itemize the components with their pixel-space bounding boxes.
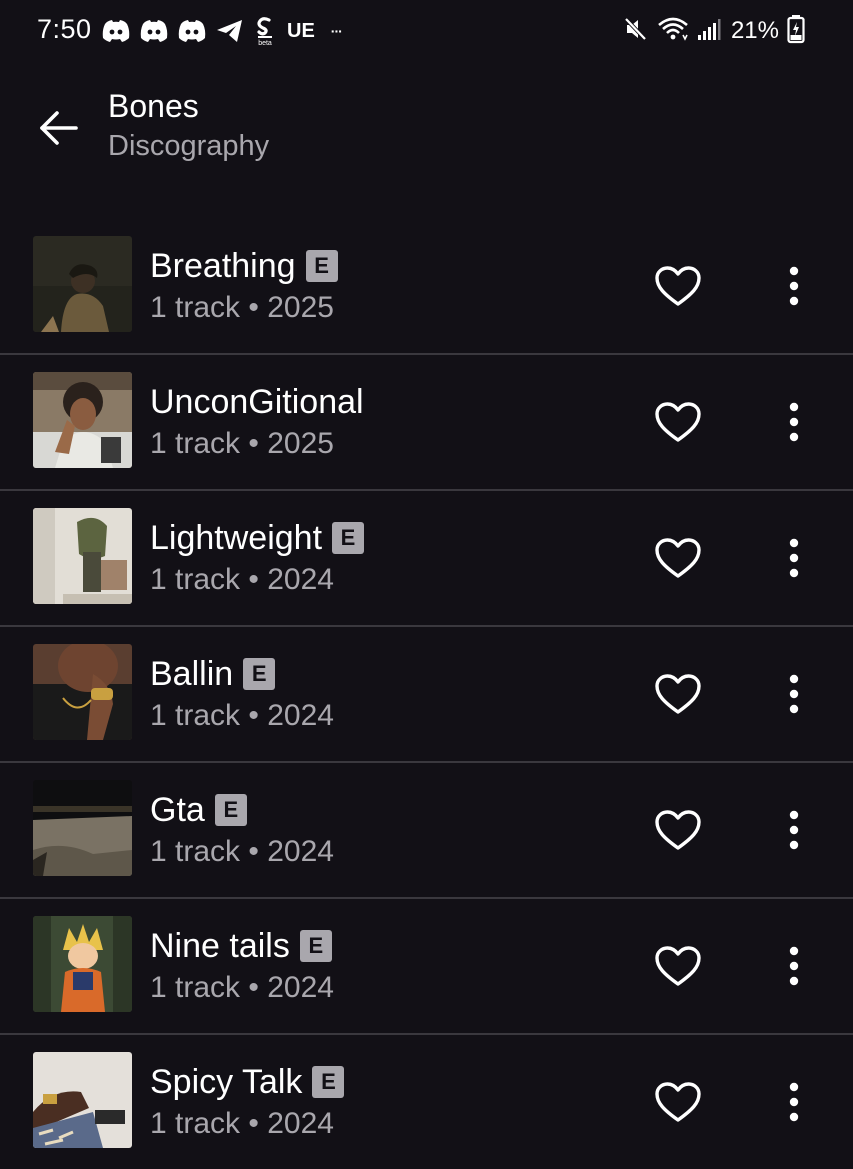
more-options-button[interactable]: [774, 261, 814, 311]
back-arrow-icon: [40, 111, 78, 145]
heart-icon: [655, 946, 701, 986]
heart-icon: [655, 402, 701, 442]
discord-icon: [101, 18, 131, 44]
more-vert-icon: [789, 1082, 799, 1122]
release-title: Lightweight: [150, 518, 323, 557]
like-button[interactable]: [650, 261, 706, 311]
heart-icon: [655, 538, 701, 578]
list-item[interactable]: Breathing E 1 track • 2025: [0, 219, 853, 355]
like-button[interactable]: [650, 669, 706, 719]
album-cover: [33, 372, 132, 468]
more-vert-icon: [789, 538, 799, 578]
discord-icon: [177, 18, 207, 44]
heart-icon: [655, 1082, 701, 1122]
title-line: Ballin E: [150, 654, 276, 694]
more-vert-icon: [789, 946, 799, 986]
explicit-icon: E: [243, 658, 276, 690]
album-cover: [33, 644, 132, 740]
explicit-icon: E: [214, 794, 247, 826]
like-button[interactable]: [650, 533, 706, 583]
more-options-button[interactable]: [774, 669, 814, 719]
discord-icon: [139, 18, 169, 44]
release-title: Breathing: [150, 246, 296, 285]
battery-percent: 21%: [730, 17, 779, 44]
shazam-beta-icon: beta: [253, 16, 277, 46]
svg-text:beta: beta: [258, 40, 272, 46]
signal-icon: [697, 16, 721, 47]
release-meta: 1 track • 2024: [150, 563, 334, 596]
list-item[interactable]: Ballin E 1 track • 2024: [0, 627, 853, 763]
release-meta: 1 track • 2024: [150, 699, 334, 732]
album-cover: [33, 780, 132, 876]
title-line: UnconGitional: [150, 382, 364, 422]
status-bar: 7:50 beta UE ··· 21%: [0, 0, 853, 62]
ue-indicator: UE: [287, 19, 315, 42]
album-cover: [33, 916, 132, 1012]
title-line: Lightweight E: [150, 518, 365, 558]
explicit-icon: E: [299, 930, 332, 962]
discography-list: Breathing E 1 track • 2025 UnconGitional…: [0, 219, 853, 1169]
release-meta: 1 track • 2025: [150, 291, 334, 324]
like-button[interactable]: [650, 397, 706, 447]
release-title: Gta: [150, 790, 205, 829]
more-notifications-icon: ···: [330, 23, 343, 39]
page-subtitle: Discography: [108, 130, 270, 162]
title-line: Breathing E: [150, 246, 338, 286]
notification-icons: beta UE ···: [101, 16, 343, 46]
more-vert-icon: [789, 674, 799, 714]
title-line: Spicy Talk E: [150, 1062, 345, 1102]
more-options-button[interactable]: [774, 397, 814, 447]
explicit-icon: E: [332, 522, 365, 554]
explicit-icon: E: [312, 1066, 345, 1098]
heart-icon: [655, 674, 701, 714]
mute-icon: [623, 16, 649, 47]
title-line: Gta E: [150, 790, 247, 830]
release-meta: 1 track • 2024: [150, 835, 334, 868]
release-title: Nine tails: [150, 926, 290, 965]
album-cover: [33, 508, 132, 604]
like-button[interactable]: [650, 1077, 706, 1127]
more-options-button[interactable]: [774, 533, 814, 583]
telegram-icon: [215, 18, 245, 44]
title-line: Nine tails E: [150, 926, 332, 966]
release-meta: 1 track • 2025: [150, 427, 334, 460]
more-options-button[interactable]: [774, 1077, 814, 1127]
page-title: Bones: [108, 88, 199, 124]
list-item[interactable]: Lightweight E 1 track • 2024: [0, 491, 853, 627]
release-title: Ballin: [150, 654, 234, 693]
release-meta: 1 track • 2024: [150, 1107, 334, 1140]
like-button[interactable]: [650, 805, 706, 855]
back-button[interactable]: [34, 104, 82, 152]
more-options-button[interactable]: [774, 805, 814, 855]
more-vert-icon: [789, 266, 799, 306]
more-vert-icon: [789, 402, 799, 442]
list-item[interactable]: Spicy Talk E 1 track • 2024: [0, 1035, 853, 1169]
status-time: 7:50: [37, 14, 92, 44]
list-item[interactable]: Gta E 1 track • 2024: [0, 763, 853, 899]
more-options-button[interactable]: [774, 941, 814, 991]
wifi-icon: [657, 16, 689, 47]
list-item[interactable]: UnconGitional 1 track • 2025: [0, 355, 853, 491]
release-title: UnconGitional: [150, 382, 364, 421]
release-title: Spicy Talk: [150, 1062, 303, 1101]
more-vert-icon: [789, 810, 799, 850]
list-item[interactable]: Nine tails E 1 track • 2024: [0, 899, 853, 1035]
album-cover: [33, 1052, 132, 1148]
heart-icon: [655, 266, 701, 306]
album-cover: [33, 236, 132, 332]
heart-icon: [655, 810, 701, 850]
release-meta: 1 track • 2024: [150, 971, 334, 1004]
like-button[interactable]: [650, 941, 706, 991]
explicit-icon: E: [305, 250, 338, 282]
system-icons: 21%: [623, 14, 805, 49]
app-header: Bones Discography: [0, 62, 853, 192]
battery-icon: [787, 14, 805, 49]
